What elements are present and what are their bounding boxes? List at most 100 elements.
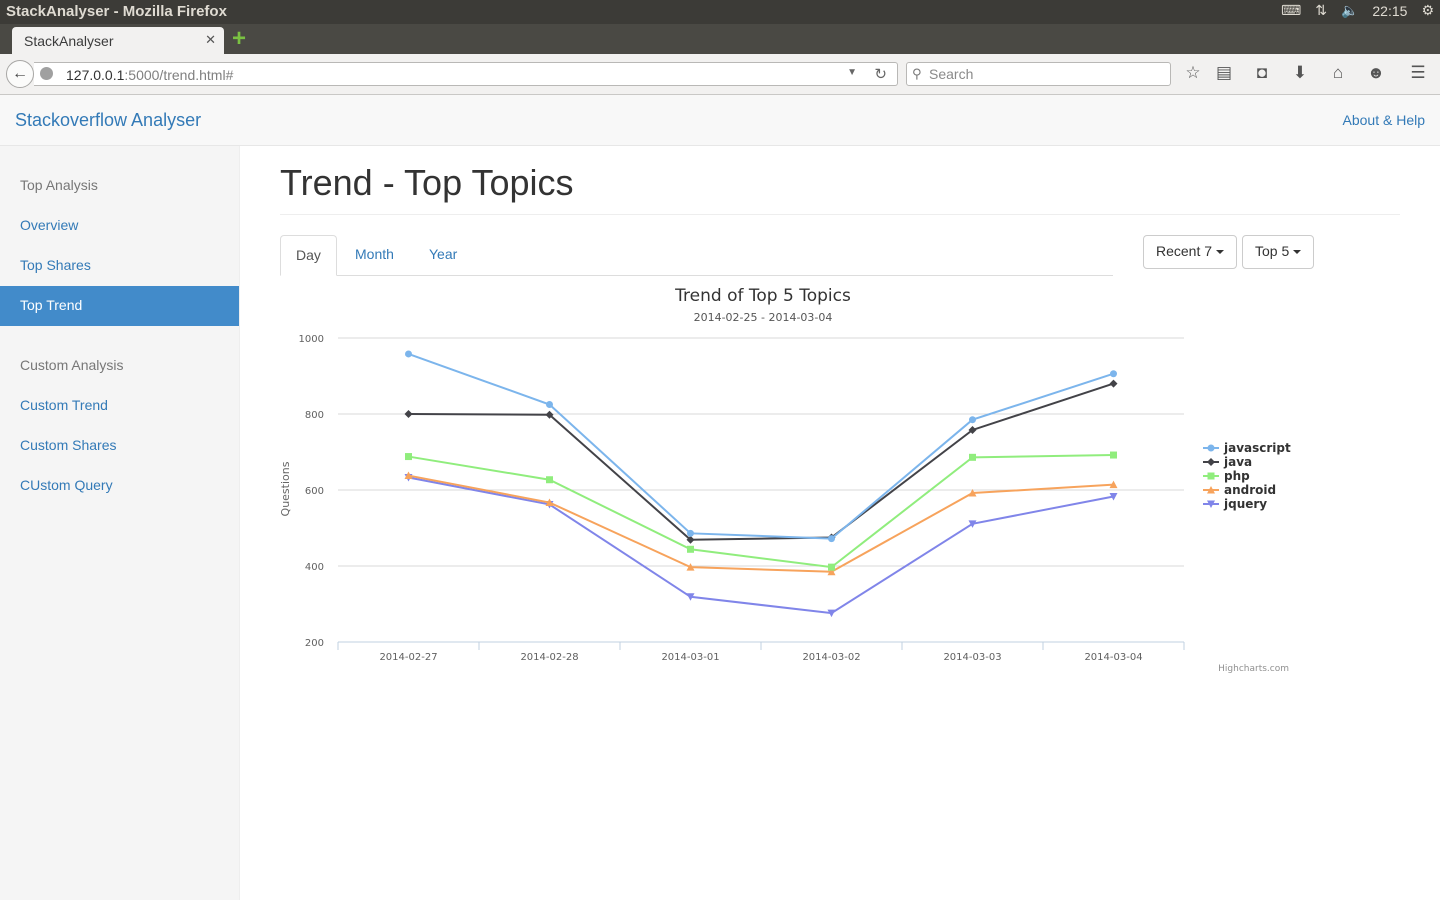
data-point-javascript[interactable] <box>405 350 412 358</box>
os-title-bar: StackAnalyser - Mozilla Firefox ⌨ ⇅ 🔈 22… <box>0 0 1440 24</box>
site-identity-icon[interactable] <box>40 67 53 80</box>
reload-icon[interactable]: ↻ <box>874 65 887 83</box>
tab-month[interactable]: Month <box>340 235 409 276</box>
clock[interactable]: 22:15 <box>1372 3 1407 19</box>
chart-subtitle: 2014-02-25 - 2014-03-04 <box>694 311 833 324</box>
bookmark-star-icon[interactable]: ☆ <box>1182 63 1204 83</box>
legend-item-java[interactable]: java <box>1203 455 1252 469</box>
series-line-jquery[interactable] <box>408 476 1114 615</box>
download-icon[interactable]: ⬇ <box>1289 63 1311 83</box>
browser-toolbar: 127.0.0.1:5000/trend.html# ▼ ↻ ← ⚲ ☆ ▤ ◘… <box>0 54 1440 95</box>
legend-label[interactable]: jquery <box>1223 497 1267 511</box>
data-point-php[interactable] <box>405 453 412 461</box>
url-bar[interactable]: 127.0.0.1:5000/trend.html# ▼ ↻ <box>34 62 898 86</box>
url-text[interactable]: 127.0.0.1:5000/trend.html# <box>66 67 233 83</box>
url-history-dropdown-icon[interactable]: ▼ <box>847 67 857 78</box>
top-count-dropdown[interactable]: Top 5 <box>1242 235 1315 269</box>
search-box[interactable]: ⚲ <box>906 62 1171 86</box>
title-divider <box>280 214 1400 215</box>
trend-chart: 200 400 600 800 1000 2014-02-27 2014-02-28 2014… <box>279 286 1291 674</box>
legend-label[interactable]: php <box>1224 469 1250 483</box>
pocket-icon[interactable]: ◘ <box>1251 63 1273 83</box>
y-tick-label: 1000 <box>299 334 324 345</box>
app-navbar: Stackoverflow Analyser About & Help <box>0 95 1440 146</box>
y-axis-title: Questions <box>279 461 292 516</box>
series-line-php[interactable] <box>408 454 1114 569</box>
tab-day[interactable]: Day <box>280 235 337 276</box>
menu-hamburger-icon[interactable]: ☰ <box>1407 63 1429 83</box>
keyboard-icon[interactable]: ⌨ <box>1281 2 1301 19</box>
browser-tab[interactable]: StackAnalyser ✕ <box>12 27 224 54</box>
url-host: 127.0.0.1 <box>66 67 125 83</box>
back-button[interactable]: ← <box>6 60 34 88</box>
data-point-php[interactable] <box>687 545 694 553</box>
data-point-php[interactable] <box>1110 451 1117 459</box>
network-icon[interactable]: ⇅ <box>1315 2 1327 19</box>
sidebar: Top Analysis Overview Top Shares Top Tre… <box>0 146 240 900</box>
x-tick-label: 2014-03-03 <box>943 652 1001 663</box>
chart-axes: 200 400 600 800 1000 2014-02-27 2014-02-28 2014… <box>299 334 1185 663</box>
chart-title: Trend of Top 5 Topics <box>674 286 851 306</box>
data-point-javascript[interactable] <box>687 529 694 537</box>
x-tick-label: 2014-02-28 <box>520 652 578 663</box>
y-tick-label: 200 <box>305 638 324 649</box>
volume-icon[interactable]: 🔈 <box>1341 2 1358 19</box>
close-tab-icon[interactable]: ✕ <box>205 32 216 48</box>
legend-label[interactable]: android <box>1224 483 1276 497</box>
browser-tab-strip: StackAnalyser ✕ + <box>0 24 1440 54</box>
sidebar-item-overview[interactable]: Overview <box>0 206 239 246</box>
x-tick-label: 2014-03-01 <box>661 652 719 663</box>
x-tick-label: 2014-03-02 <box>802 652 860 663</box>
sidebar-heading-custom-analysis: Custom Analysis <box>20 357 124 373</box>
x-tick-label: 2014-03-04 <box>1084 652 1142 663</box>
legend-label[interactable]: javascript <box>1223 441 1291 455</box>
data-point-java[interactable] <box>404 410 413 418</box>
settings-gear-icon[interactable]: ⚙ <box>1421 2 1434 19</box>
sidebar-item-custom-shares[interactable]: Custom Shares <box>0 426 239 466</box>
y-tick-label: 600 <box>305 486 324 497</box>
system-tray: ⌨ ⇅ 🔈 22:15 ⚙ <box>1281 2 1434 19</box>
data-point-javascript[interactable] <box>969 416 976 424</box>
series-line-javascript[interactable] <box>408 353 1114 540</box>
y-tick-label: 800 <box>305 410 324 421</box>
search-input[interactable] <box>929 64 1164 84</box>
legend-item-jquery[interactable]: jquery <box>1203 497 1267 511</box>
data-point-javascript[interactable] <box>1110 370 1117 378</box>
legend-item-javascript[interactable]: javascript <box>1203 441 1291 455</box>
data-point-php[interactable] <box>828 563 835 571</box>
chart-credits[interactable]: Highcharts.com <box>1218 664 1289 674</box>
data-point-php[interactable] <box>546 476 553 484</box>
chart-legend[interactable]: javascriptjavaphpandroidjquery <box>1203 441 1291 511</box>
legend-marker[interactable] <box>1207 444 1215 452</box>
legend-item-php[interactable]: php <box>1203 469 1250 483</box>
sidebar-item-custom-query[interactable]: CUstom Query <box>0 466 239 506</box>
data-point-javascript[interactable] <box>546 401 553 408</box>
reading-list-icon[interactable]: ▤ <box>1213 63 1235 83</box>
home-icon[interactable]: ⌂ <box>1327 63 1349 83</box>
about-help-link[interactable]: About & Help <box>1343 112 1426 128</box>
data-point-php[interactable] <box>969 453 976 461</box>
url-path: :5000/trend.html# <box>124 67 234 83</box>
sidebar-item-top-shares[interactable]: Top Shares <box>0 246 239 286</box>
recent-range-label: Recent 7 <box>1156 243 1213 259</box>
sidebar-item-top-trend[interactable]: Top Trend <box>0 286 239 326</box>
back-arrow-icon: ← <box>12 65 28 82</box>
tab-year[interactable]: Year <box>414 235 472 276</box>
search-icon: ⚲ <box>912 66 922 81</box>
brand-link[interactable]: Stackoverflow Analyser <box>15 110 201 131</box>
chart-grid <box>338 337 1184 567</box>
data-point-java[interactable] <box>1109 379 1118 388</box>
sidebar-item-custom-trend[interactable]: Custom Trend <box>0 386 239 426</box>
caret-down-icon <box>1293 250 1302 255</box>
legend-item-android[interactable]: android <box>1203 483 1276 497</box>
recent-range-dropdown[interactable]: Recent 7 <box>1143 235 1238 269</box>
y-tick-label: 400 <box>305 562 324 573</box>
data-point-javascript[interactable] <box>828 535 835 543</box>
window-title: StackAnalyser - Mozilla Firefox <box>6 3 227 20</box>
new-tab-plus-icon[interactable]: + <box>232 26 246 52</box>
legend-marker[interactable] <box>1207 472 1215 480</box>
chat-icon[interactable]: ☻ <box>1365 63 1387 83</box>
legend-label[interactable]: java <box>1223 455 1252 469</box>
legend-marker[interactable] <box>1207 458 1215 466</box>
top-count-label: Top 5 <box>1255 243 1290 259</box>
